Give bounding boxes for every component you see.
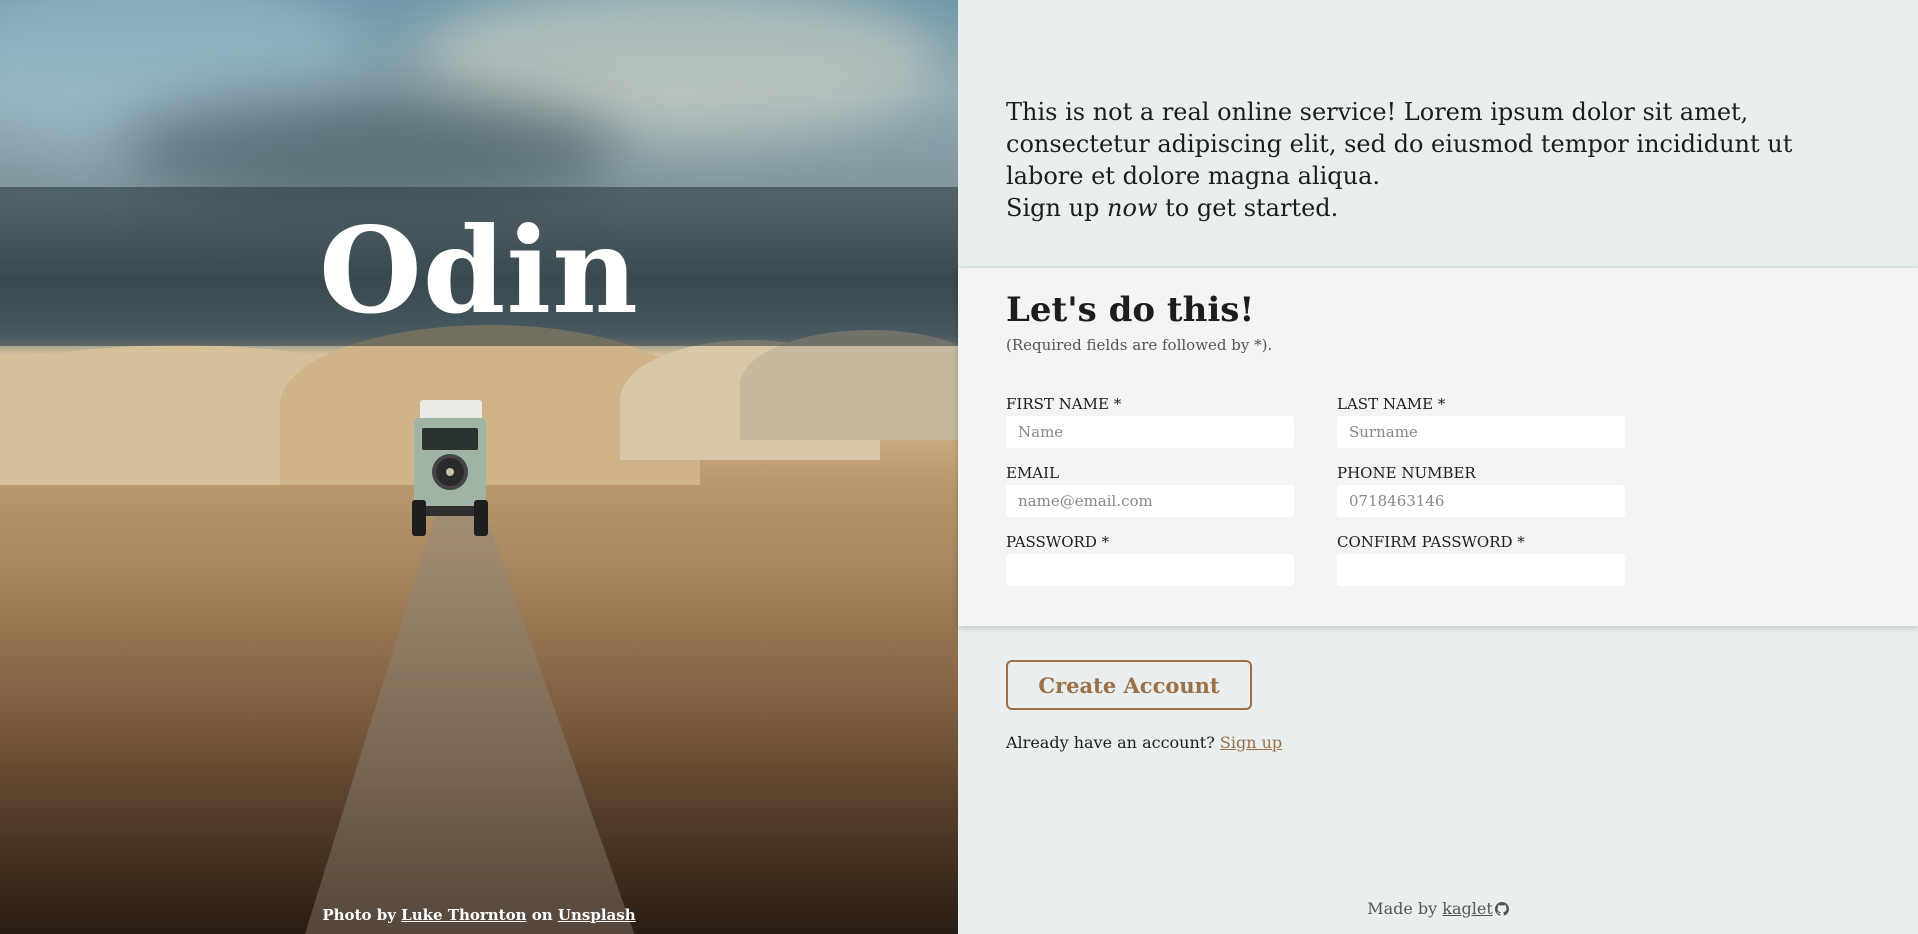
first-name-input[interactable] <box>1006 416 1294 448</box>
first-name-label: FIRST NAME * <box>1006 395 1122 413</box>
confirm-password-group: CONFIRM PASSWORD * <box>1337 533 1625 586</box>
brand-logo: Odin <box>319 200 639 340</box>
cta-emphasis: now <box>1107 194 1158 222</box>
first-name-group: FIRST NAME * <box>1006 395 1294 448</box>
email-label: EMAIL <box>1006 464 1060 482</box>
cta-after: to get started. <box>1165 194 1339 222</box>
intro-paragraph: This is not a real online service! Lorem… <box>1006 98 1793 190</box>
intro-cta: Sign up now to get started. <box>1006 192 1866 224</box>
footer-author-link[interactable]: kaglet <box>1442 899 1509 918</box>
signin-row: Already have an account? Sign up <box>1006 733 1282 752</box>
intro-text: This is not a real online service! Lorem… <box>1006 96 1866 224</box>
password-input[interactable] <box>1006 554 1294 586</box>
signup-panel: This is not a real online service! Lorem… <box>958 0 1918 934</box>
photo-credit: Photo by Luke Thornton on Unsplash <box>0 906 958 924</box>
form-title: Let's do this! <box>1006 290 1255 330</box>
signup-form: Let's do this! (Required fields are foll… <box>958 268 1918 626</box>
phone-group: PHONE NUMBER <box>1337 464 1625 517</box>
last-name-label: LAST NAME * <box>1337 395 1446 413</box>
form-subtitle: (Required fields are followed by *). <box>1006 336 1273 354</box>
github-icon <box>1494 902 1509 916</box>
signin-link[interactable]: Sign up <box>1220 733 1282 752</box>
confirm-password-label: CONFIRM PASSWORD * <box>1337 533 1525 551</box>
email-input[interactable] <box>1006 485 1294 517</box>
password-group: PASSWORD * <box>1006 533 1294 586</box>
email-group: EMAIL <box>1006 464 1294 517</box>
jeep <box>412 400 488 540</box>
dirt-road <box>300 490 640 934</box>
credit-author-link[interactable]: Luke Thornton <box>401 906 526 924</box>
confirm-password-input[interactable] <box>1337 554 1625 586</box>
credit-middle: on <box>531 906 553 924</box>
last-name-input[interactable] <box>1337 416 1625 448</box>
credit-site-link[interactable]: Unsplash <box>558 906 636 924</box>
create-account-button[interactable]: Create Account <box>1006 660 1252 710</box>
last-name-group: LAST NAME * <box>1337 395 1625 448</box>
footer: Made by kaglet <box>958 899 1918 918</box>
signin-prompt: Already have an account? <box>1006 733 1215 752</box>
brand-banner: Odin <box>0 187 958 346</box>
credit-prefix: Photo by <box>322 906 396 924</box>
password-label: PASSWORD * <box>1006 533 1110 551</box>
phone-label: PHONE NUMBER <box>1337 464 1476 482</box>
footer-prefix: Made by <box>1367 899 1438 918</box>
signup-page: Odin Photo by Luke Thornton on Unsplash … <box>0 0 1918 934</box>
footer-author: kaglet <box>1442 899 1493 918</box>
hero-image: Odin Photo by Luke Thornton on Unsplash <box>0 0 958 934</box>
cta-before: Sign up <box>1006 194 1100 222</box>
phone-input[interactable] <box>1337 485 1625 517</box>
